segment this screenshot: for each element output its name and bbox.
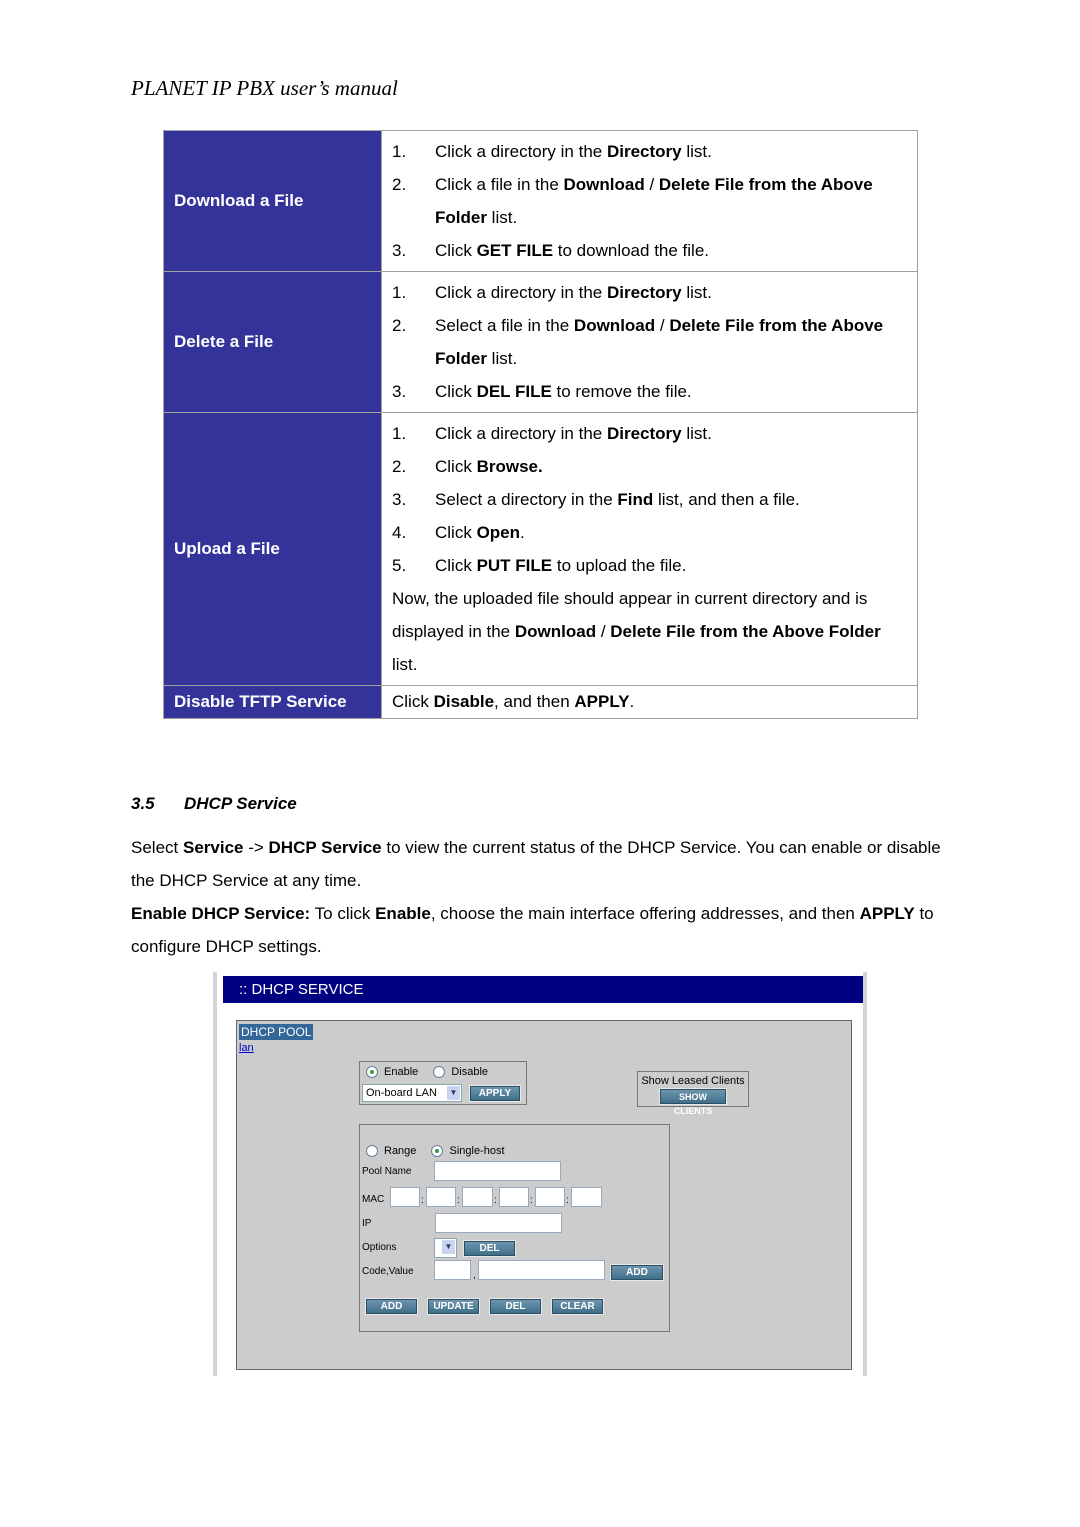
ip-input[interactable] — [435, 1213, 562, 1233]
dhcp-service-titlebar: :: DHCP SERVICE — [223, 976, 863, 1003]
mac-input-5[interactable] — [535, 1187, 565, 1207]
pool-del-button[interactable]: DEL — [490, 1299, 541, 1314]
chevron-down-icon: ▼ — [447, 1086, 460, 1100]
pool-clear-button[interactable]: CLEAR — [552, 1299, 603, 1314]
procedure-note: Now, the uploaded file should appear in … — [392, 589, 881, 674]
single-host-label: Single-host — [449, 1145, 505, 1158]
procedure-step: 1. Click a directory in the Directory lis… — [392, 417, 917, 450]
procedure-steps: 1. Click a directory in the Directory lis… — [381, 130, 918, 272]
disable-label: Disable — [451, 1066, 489, 1079]
pool-name-label: Pool Name — [362, 1166, 412, 1177]
procedure-step: 3. Select a directory in the Find list, a… — [392, 483, 917, 516]
show-leased-box: Show Leased Clients SHOW CLIENTS — [637, 1071, 749, 1116]
apply-button[interactable]: APPLY — [470, 1086, 520, 1101]
procedure-steps: 1. Click a directory in the Directory lis… — [381, 271, 918, 413]
procedure-row: Download a File 1. Click a directory in th… — [163, 130, 918, 272]
procedure-row: Delete a File 1. Click a directory in the … — [163, 271, 918, 413]
step-number: 2. — [392, 175, 407, 194]
step-text: Select a directory in the Find list, and… — [435, 490, 800, 509]
range-radio[interactable] — [366, 1145, 378, 1158]
step-number: 5. — [392, 556, 407, 575]
procedure-step: 2. Select a file in the Download / Delete… — [392, 309, 917, 375]
procedure-steps: Click Disable, and then APPLY. — [381, 685, 918, 719]
procedure-label: Upload a File — [163, 412, 382, 686]
enable-radio[interactable] — [366, 1066, 378, 1079]
mac-input-3[interactable] — [462, 1187, 493, 1207]
document-header-title: PLANET IP PBX user’s manual — [131, 76, 398, 100]
range-label: Range — [384, 1145, 417, 1158]
enable-box: Enable Disable On-board LAN ▼ APPLY — [359, 1061, 527, 1105]
step-text: Select a file in the Download / Delete F… — [435, 316, 884, 368]
step-text: Click a file in the Download / Delete Fi… — [435, 175, 873, 227]
pool-link-lan[interactable]: lan — [239, 1042, 254, 1054]
mac-input-4[interactable] — [499, 1187, 529, 1207]
procedure-step: 4. Click Open. — [392, 516, 917, 549]
procedure-step: 1. Click a directory in the Directory lis… — [392, 135, 917, 168]
code-input[interactable] — [434, 1260, 471, 1280]
enable-label: Enable — [384, 1066, 419, 1079]
mac-input-2[interactable] — [426, 1187, 456, 1207]
value-input[interactable] — [478, 1260, 605, 1280]
dhcp-service-screenshot: :: DHCP SERVICE DHCP POOL lan Enable Dis… — [213, 972, 867, 1376]
code-value-label: Code,Value — [362, 1266, 414, 1277]
options-label: Options — [362, 1242, 397, 1253]
step-number: 1. — [392, 142, 407, 161]
pool-config-box: Range Single-host Pool Name MAC : : : : … — [359, 1124, 670, 1332]
step-number: 3. — [392, 490, 407, 509]
options-del-button[interactable]: DEL — [464, 1241, 515, 1256]
code-add-button[interactable]: ADD — [611, 1265, 663, 1280]
interface-select[interactable]: On-board LAN ▼ — [362, 1084, 462, 1102]
procedure-label: Download a File — [163, 130, 382, 272]
step-text: Click a directory in the Directory list. — [435, 142, 712, 161]
step-text: Click a directory in the Directory list. — [435, 283, 712, 302]
show-clients-button[interactable]: SHOW CLIENTS — [660, 1089, 726, 1116]
intro-paragraph: Select Service -> DHCP Service to view t… — [131, 838, 941, 890]
procedure-label: Disable TFTP Service — [163, 685, 382, 719]
interface-select-value: On-board LAN — [366, 1087, 437, 1099]
pool-add-button[interactable]: ADD — [366, 1299, 417, 1314]
disable-radio[interactable] — [433, 1066, 446, 1079]
step-number: 2. — [392, 316, 407, 335]
pool-name-input[interactable] — [434, 1161, 561, 1181]
mac-input-6[interactable] — [571, 1187, 602, 1207]
step-number: 1. — [392, 424, 407, 443]
step-text: Click PUT FILE to upload the file. — [435, 556, 687, 575]
dhcp-panel: DHCP POOL lan Enable Disable On-board LA… — [236, 1020, 852, 1370]
procedure-step: 3. Click DEL FILE to remove the file. — [392, 375, 917, 408]
step-number: 3. — [392, 382, 407, 401]
procedure-step: 2. Click a file in the Download / Delete … — [392, 168, 917, 234]
procedure-step: 2. Click Browse. — [392, 450, 917, 483]
step-number: 2. — [392, 457, 407, 476]
single-host-radio[interactable] — [431, 1145, 444, 1158]
step-text: Click Browse. — [435, 457, 543, 476]
section-title: DHCP Service — [184, 794, 297, 813]
section-heading: 3.5 DHCP Service — [131, 794, 297, 814]
enable-paragraph: Enable DHCP Service: To click Enable, ch… — [131, 904, 934, 956]
tftp-procedures-table: Download a File 1. Click a directory in th… — [163, 130, 918, 719]
chevron-down-icon: ▼ — [442, 1240, 455, 1254]
step-number: 1. — [392, 283, 407, 302]
step-text: Click GET FILE to download the file. — [435, 241, 710, 260]
step-text: Click DEL FILE to remove the file. — [435, 382, 692, 401]
procedure-steps: 1. Click a directory in the Directory lis… — [381, 412, 918, 686]
procedure-row: Disable TFTP Service Click Disable, and t… — [163, 685, 918, 719]
procedure-step: 3. Click GET FILE to download the file. — [392, 234, 917, 267]
ip-label: IP — [362, 1218, 372, 1229]
procedure-step: 5. Click PUT FILE to upload the file. — [392, 549, 917, 582]
mac-label: MAC — [362, 1194, 385, 1205]
step-number: 3. — [392, 241, 407, 260]
procedure-row: Upload a File 1. Click a directory in the … — [163, 412, 918, 686]
procedure-text: Click Disable, and then APPLY. — [392, 692, 635, 711]
step-number: 4. — [392, 523, 407, 542]
step-text: Click Open. — [435, 523, 525, 542]
dhcp-pool-title: DHCP POOL — [239, 1024, 314, 1040]
step-text: Click a directory in the Directory list. — [435, 424, 712, 443]
options-select[interactable]: ▼ — [434, 1238, 457, 1258]
procedure-label: Delete a File — [163, 271, 382, 413]
procedure-step: 1. Click a directory in the Directory lis… — [392, 276, 917, 309]
mac-input-1[interactable] — [390, 1187, 420, 1207]
section-number: 3.5 — [131, 794, 155, 813]
show-leased-label: Show Leased Clients — [641, 1075, 745, 1087]
pool-update-button[interactable]: UPDATE — [428, 1299, 479, 1314]
